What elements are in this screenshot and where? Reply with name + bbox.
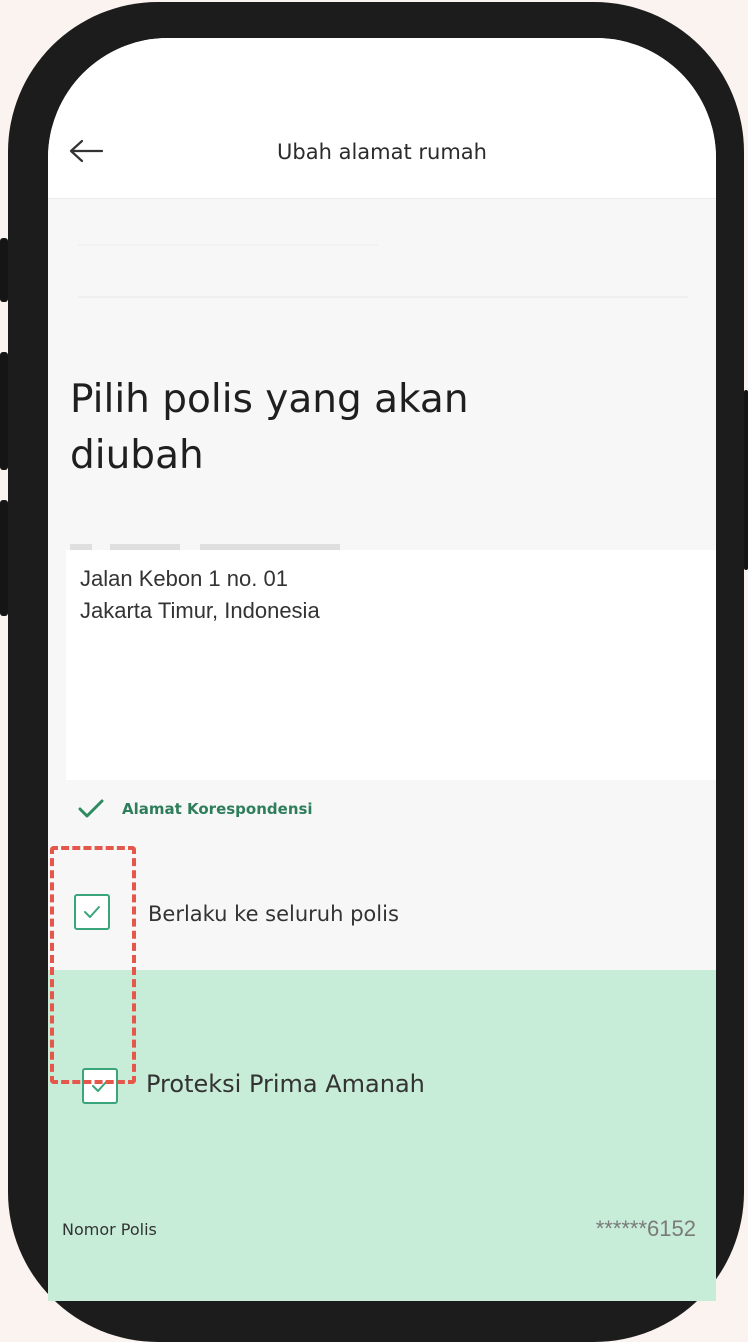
- policy-number-value: ******6152: [595, 1216, 696, 1241]
- volume-down-button: [0, 500, 8, 616]
- page-title: Ubah alamat rumah: [277, 140, 487, 164]
- address-line-1: Jalan Kebon 1 no. 01: [80, 566, 288, 591]
- correspondence-indicator: Alamat Korespondensi: [78, 794, 313, 824]
- power-button: [744, 390, 748, 570]
- checkbox-highlight-box: [50, 846, 136, 1084]
- address-line-2: Jakarta Timur, Indonesia: [80, 598, 320, 623]
- policy-name-label[interactable]: Proteksi Prima Amanah: [146, 1070, 425, 1098]
- mute-switch: [0, 238, 8, 302]
- correspondence-label: Alamat Korespondensi: [122, 800, 313, 818]
- checkmark-icon: [78, 799, 104, 818]
- divider: [78, 296, 688, 298]
- policy-number-label: Nomor Polis: [62, 1220, 157, 1239]
- app-bar: Ubah alamat rumah: [48, 38, 716, 199]
- policy-card: Proteksi Prima Amanah: [48, 970, 716, 1301]
- phone-screen: Ubah alamat rumah Pilih polis yang akan …: [48, 38, 716, 1301]
- all-policies-label[interactable]: Berlaku ke seluruh polis: [148, 902, 399, 926]
- address-card: Jalan Kebon 1 no. 01 Jakarta Timur, Indo…: [66, 550, 716, 780]
- divider: [78, 244, 378, 246]
- volume-up-button: [0, 352, 8, 470]
- phone-frame: Ubah alamat rumah Pilih polis yang akan …: [0, 2, 748, 1342]
- section-heading: Pilih polis yang akan diubah: [70, 377, 469, 478]
